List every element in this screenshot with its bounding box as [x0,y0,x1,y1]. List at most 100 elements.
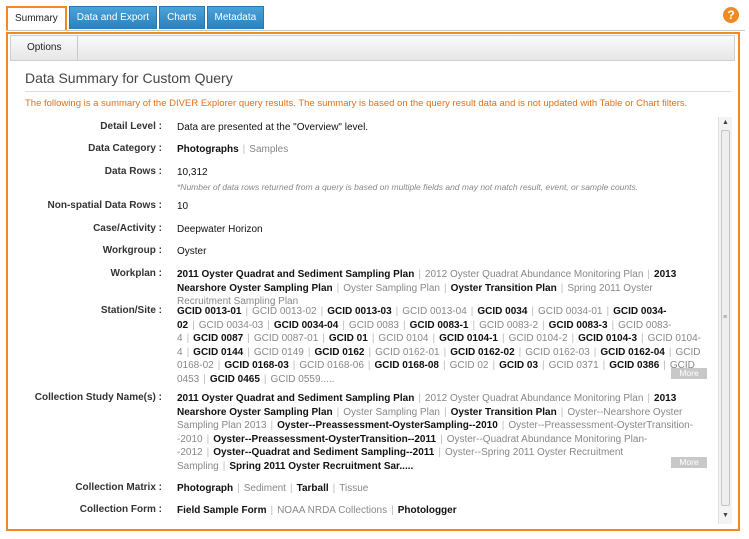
scroll-thumb[interactable]: ≡ [721,130,730,506]
list-item: GCID 03 [499,360,539,371]
study-more-button[interactable]: More [671,457,707,468]
separator: | [606,306,610,317]
list-item: GCID 0371 [548,360,599,371]
tab-data-and-export[interactable]: Data and Export [68,6,158,29]
list-item: GCID 0168-06 [299,360,364,371]
list-item: GCID 0083-1 [409,319,469,331]
help-icon[interactable]: ? [723,7,739,23]
separator: | [368,346,372,358]
separator: | [320,306,324,317]
data-rows-cell: 10,312 *Number of data rows returned fro… [177,166,702,194]
separator: | [438,447,441,458]
separator: | [542,319,545,331]
list-item: Oyster--Preassessment-OysterSampling--20… [277,420,498,431]
separator: | [440,433,443,445]
station-more-button[interactable]: More [671,368,707,379]
case-activity-label: Case/Activity : [93,223,162,234]
data-rows-label: Data Rows : [104,166,162,177]
list-item: GCID 0083 [348,319,399,331]
separator: | [443,406,447,418]
case-activity-value: Deepwater Horizon [177,224,263,235]
data-category-label: Data Category : [88,143,162,154]
separator: | [472,319,476,331]
separator: | [336,282,340,294]
separator: | [391,505,394,516]
separator: | [402,319,406,331]
list-item: GCID 02 [449,360,489,371]
scroll-grip-icon: ≡ [723,314,728,321]
list-item: GCID 0104-1 [439,333,498,344]
separator: | [602,360,606,371]
list-item: GCID 0034-03 [198,319,264,331]
separator: | [186,346,190,358]
detail-level-label: Detail Level : [100,121,162,132]
separator: | [203,373,206,385]
separator: | [217,360,221,371]
separator: | [542,360,545,371]
vertical-scrollbar[interactable]: ▲ ≡ ▼ [718,117,732,524]
separator: | [418,269,421,280]
separator: | [247,333,250,344]
separator: | [443,346,447,358]
summary-notice: The following is a summary of the DIVER … [25,98,688,109]
tab-metadata[interactable]: Metadata [206,6,265,29]
scroll-down-arrow-icon[interactable]: ▼ [722,512,729,519]
separator: | [443,282,447,294]
tab-summary[interactable]: Summary [6,6,67,31]
scroll-up-arrow-icon[interactable]: ▲ [722,119,729,126]
list-item: GCID 0083-2 [479,319,539,331]
list-item: 2011 Oyster Quadrat and Sediment Samplin… [177,269,415,280]
separator: | [395,306,399,317]
separator: | [367,360,371,371]
list-item: 2012 Oyster Quadrat Abundance Monitoring… [424,393,644,404]
title-divider [25,91,731,92]
separator: | [470,306,474,317]
separator: | [432,333,436,344]
list-item: GCID 0034-01 [538,306,603,317]
separator: | [663,360,666,371]
separator: | [263,373,267,385]
separator: | [641,333,644,344]
list-item: GCID 0034-04 [273,319,339,331]
list-item: GCID 0013-03 [327,306,392,317]
separator: | [186,333,190,344]
separator: | [270,420,274,431]
collection-matrix-label: Collection Matrix : [75,482,162,493]
list-item: GCID 0144 [193,346,244,358]
options-button[interactable]: Options [11,36,79,60]
collection-form-label: Collection Form : [79,504,162,515]
separator: | [237,483,240,494]
detail-level-value: Data are presented at the "Overview" lev… [177,122,369,133]
separator: | [611,319,615,331]
separator: | [267,319,270,331]
separator: | [647,393,651,404]
list-item: Tarball [296,483,329,494]
collection-study-value: 2011 Oyster Quadrat and Sediment Samplin… [177,392,702,473]
separator: | [206,447,210,458]
list-item: GCID 0087 [193,333,244,344]
separator: | [647,269,651,280]
separator: | [593,346,597,358]
list-item: GCID 0386 [609,360,660,371]
workgroup-value: Oyster [177,246,207,257]
list-item: GCID 0104-3 [578,333,638,344]
tab-charts[interactable]: Charts [159,6,205,29]
list-item: GCID 0168-08 [374,360,439,371]
separator: | [518,346,522,358]
list-item: GCID 0162-03 [525,346,590,358]
tab-divider [6,30,745,31]
list-item: NOAA NRDA Collections [277,505,388,516]
separator: | [289,483,293,494]
separator: | [332,483,336,494]
list-item: Oyster Transition Plan [450,406,557,418]
list-item: GCID 0168-03 [224,360,289,371]
list-item: GCID 0034 [477,306,528,317]
list-item: Sediment [243,483,286,494]
list-item: Photographs [177,144,239,155]
list-item: GCID 0162-01 [375,346,440,358]
separator: | [270,505,274,516]
separator: | [492,360,496,371]
list-item: Field Sample Form [177,505,267,516]
station-site-label: Station/Site : [100,305,162,316]
separator: | [418,393,421,404]
